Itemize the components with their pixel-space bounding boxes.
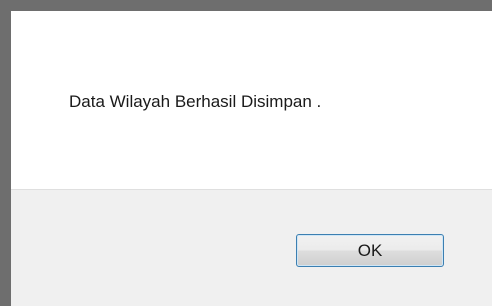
page-backdrop: Data Wilayah Berhasil Disimpan . OK [0, 0, 492, 306]
ok-button[interactable]: OK [296, 234, 444, 267]
alert-dialog: Data Wilayah Berhasil Disimpan . OK [11, 11, 492, 306]
dialog-message: Data Wilayah Berhasil Disimpan . [69, 92, 322, 111]
dialog-message-area: Data Wilayah Berhasil Disimpan . [11, 11, 492, 189]
dialog-button-bar: OK [11, 189, 492, 306]
